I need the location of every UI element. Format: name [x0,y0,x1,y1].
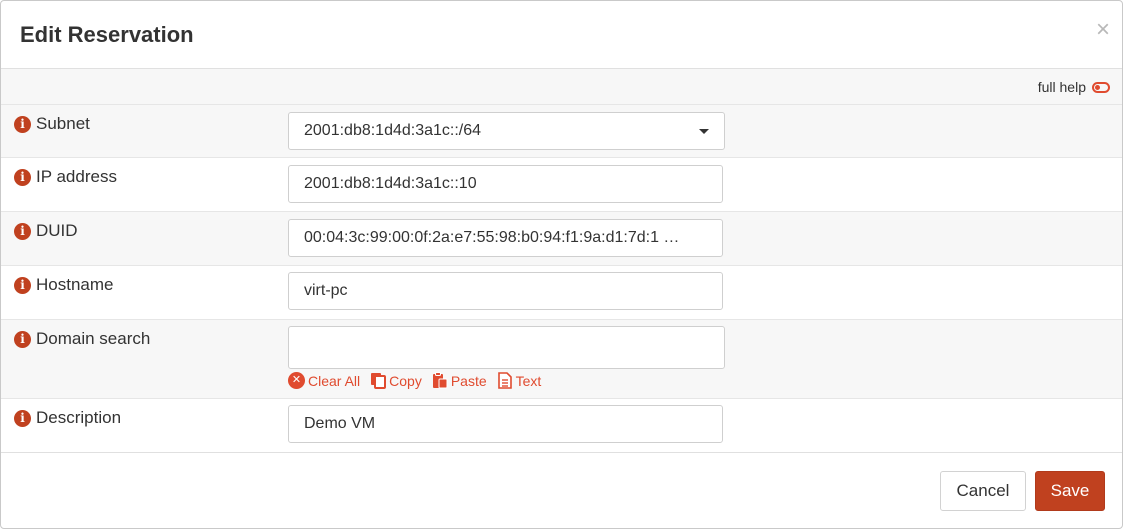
info-icon[interactable]: i [14,409,31,427]
info-icon[interactable]: i [14,330,31,348]
hostname-label: i Hostname [14,275,113,295]
edit-reservation-dialog: Edit Reservation × full help i Subnet 20… [0,0,1123,529]
paste-action[interactable]: Paste [432,372,487,389]
clear-all-action[interactable]: ✕ Clear All [288,372,360,389]
hostname-input[interactable] [304,282,707,300]
clear-all-label: Clear All [308,372,361,389]
description-label: i Description [14,408,121,428]
duid-field[interactable]: 00:04:3c:99:00:0f:2a:e7:55:98:b0:94:f1:9… [288,219,723,257]
description-label-text: Description [36,408,122,427]
duid-value: 00:04:3c:99:00:0f:2a:e7:55:98:b0:94:f1:9… [304,229,680,246]
info-icon[interactable]: i [14,115,31,133]
cancel-button[interactable]: Cancel [940,471,1026,511]
info-icon[interactable]: i [14,168,31,186]
domain-search-row: i Domain search ✕ Clear All Copy Paste T… [1,320,1122,399]
domain-search-label-text: Domain search [36,329,151,348]
toggle-off-icon [1092,81,1110,93]
duid-row: i DUID 00:04:3c:99:00:0f:2a:e7:55:98:b0:… [1,212,1122,266]
close-icon[interactable]: × [1096,18,1110,42]
save-button[interactable]: Save [1035,471,1105,511]
copy-icon [371,373,387,389]
description-field[interactable] [288,405,723,443]
dialog-title: Edit Reservation [20,22,194,47]
text-label: Text [515,372,542,389]
clear-circle-icon: ✕ [288,372,305,389]
subnet-selected-value: 2001:db8:1d4d:3a1c::/64 [304,122,482,139]
paste-icon [432,372,448,389]
subnet-label: i Subnet [14,114,90,134]
duid-label: i DUID [14,221,78,241]
hostname-row: i Hostname [1,266,1122,320]
ip-address-field[interactable] [288,165,723,203]
caret-down-icon [699,129,709,134]
copy-label: Copy [389,372,422,389]
subnet-label-text: Subnet [36,114,90,133]
ip-address-label: i IP address [14,167,117,187]
help-row: full help [1,69,1122,105]
domain-search-input[interactable] [304,338,709,357]
ip-address-label-text: IP address [36,167,117,186]
info-icon[interactable]: i [14,276,31,294]
hostname-label-text: Hostname [36,275,114,294]
ip-address-row: i IP address [1,158,1122,212]
copy-action[interactable]: Copy [370,372,422,389]
duid-label-text: DUID [36,221,78,240]
full-help-toggle[interactable]: full help [1038,79,1110,95]
paste-label: Paste [450,372,487,389]
full-help-label: full help [1037,79,1086,95]
domain-search-tokens-field[interactable] [288,326,725,369]
domain-search-label: i Domain search [14,329,150,349]
ip-address-input[interactable] [304,175,707,193]
token-actions: ✕ Clear All Copy Paste Text [288,372,541,389]
dialog-footer: Cancel Save [1,452,1122,528]
file-text-icon [497,372,512,389]
dialog-header: Edit Reservation × [1,1,1122,69]
hostname-field[interactable] [288,272,723,310]
description-row: i Description [1,399,1122,453]
info-icon[interactable]: i [14,222,31,240]
description-input[interactable] [304,415,707,433]
subnet-select[interactable]: 2001:db8:1d4d:3a1c::/64 [288,112,725,150]
text-action[interactable]: Text [497,372,542,389]
subnet-row: i Subnet 2001:db8:1d4d:3a1c::/64 [1,105,1122,158]
